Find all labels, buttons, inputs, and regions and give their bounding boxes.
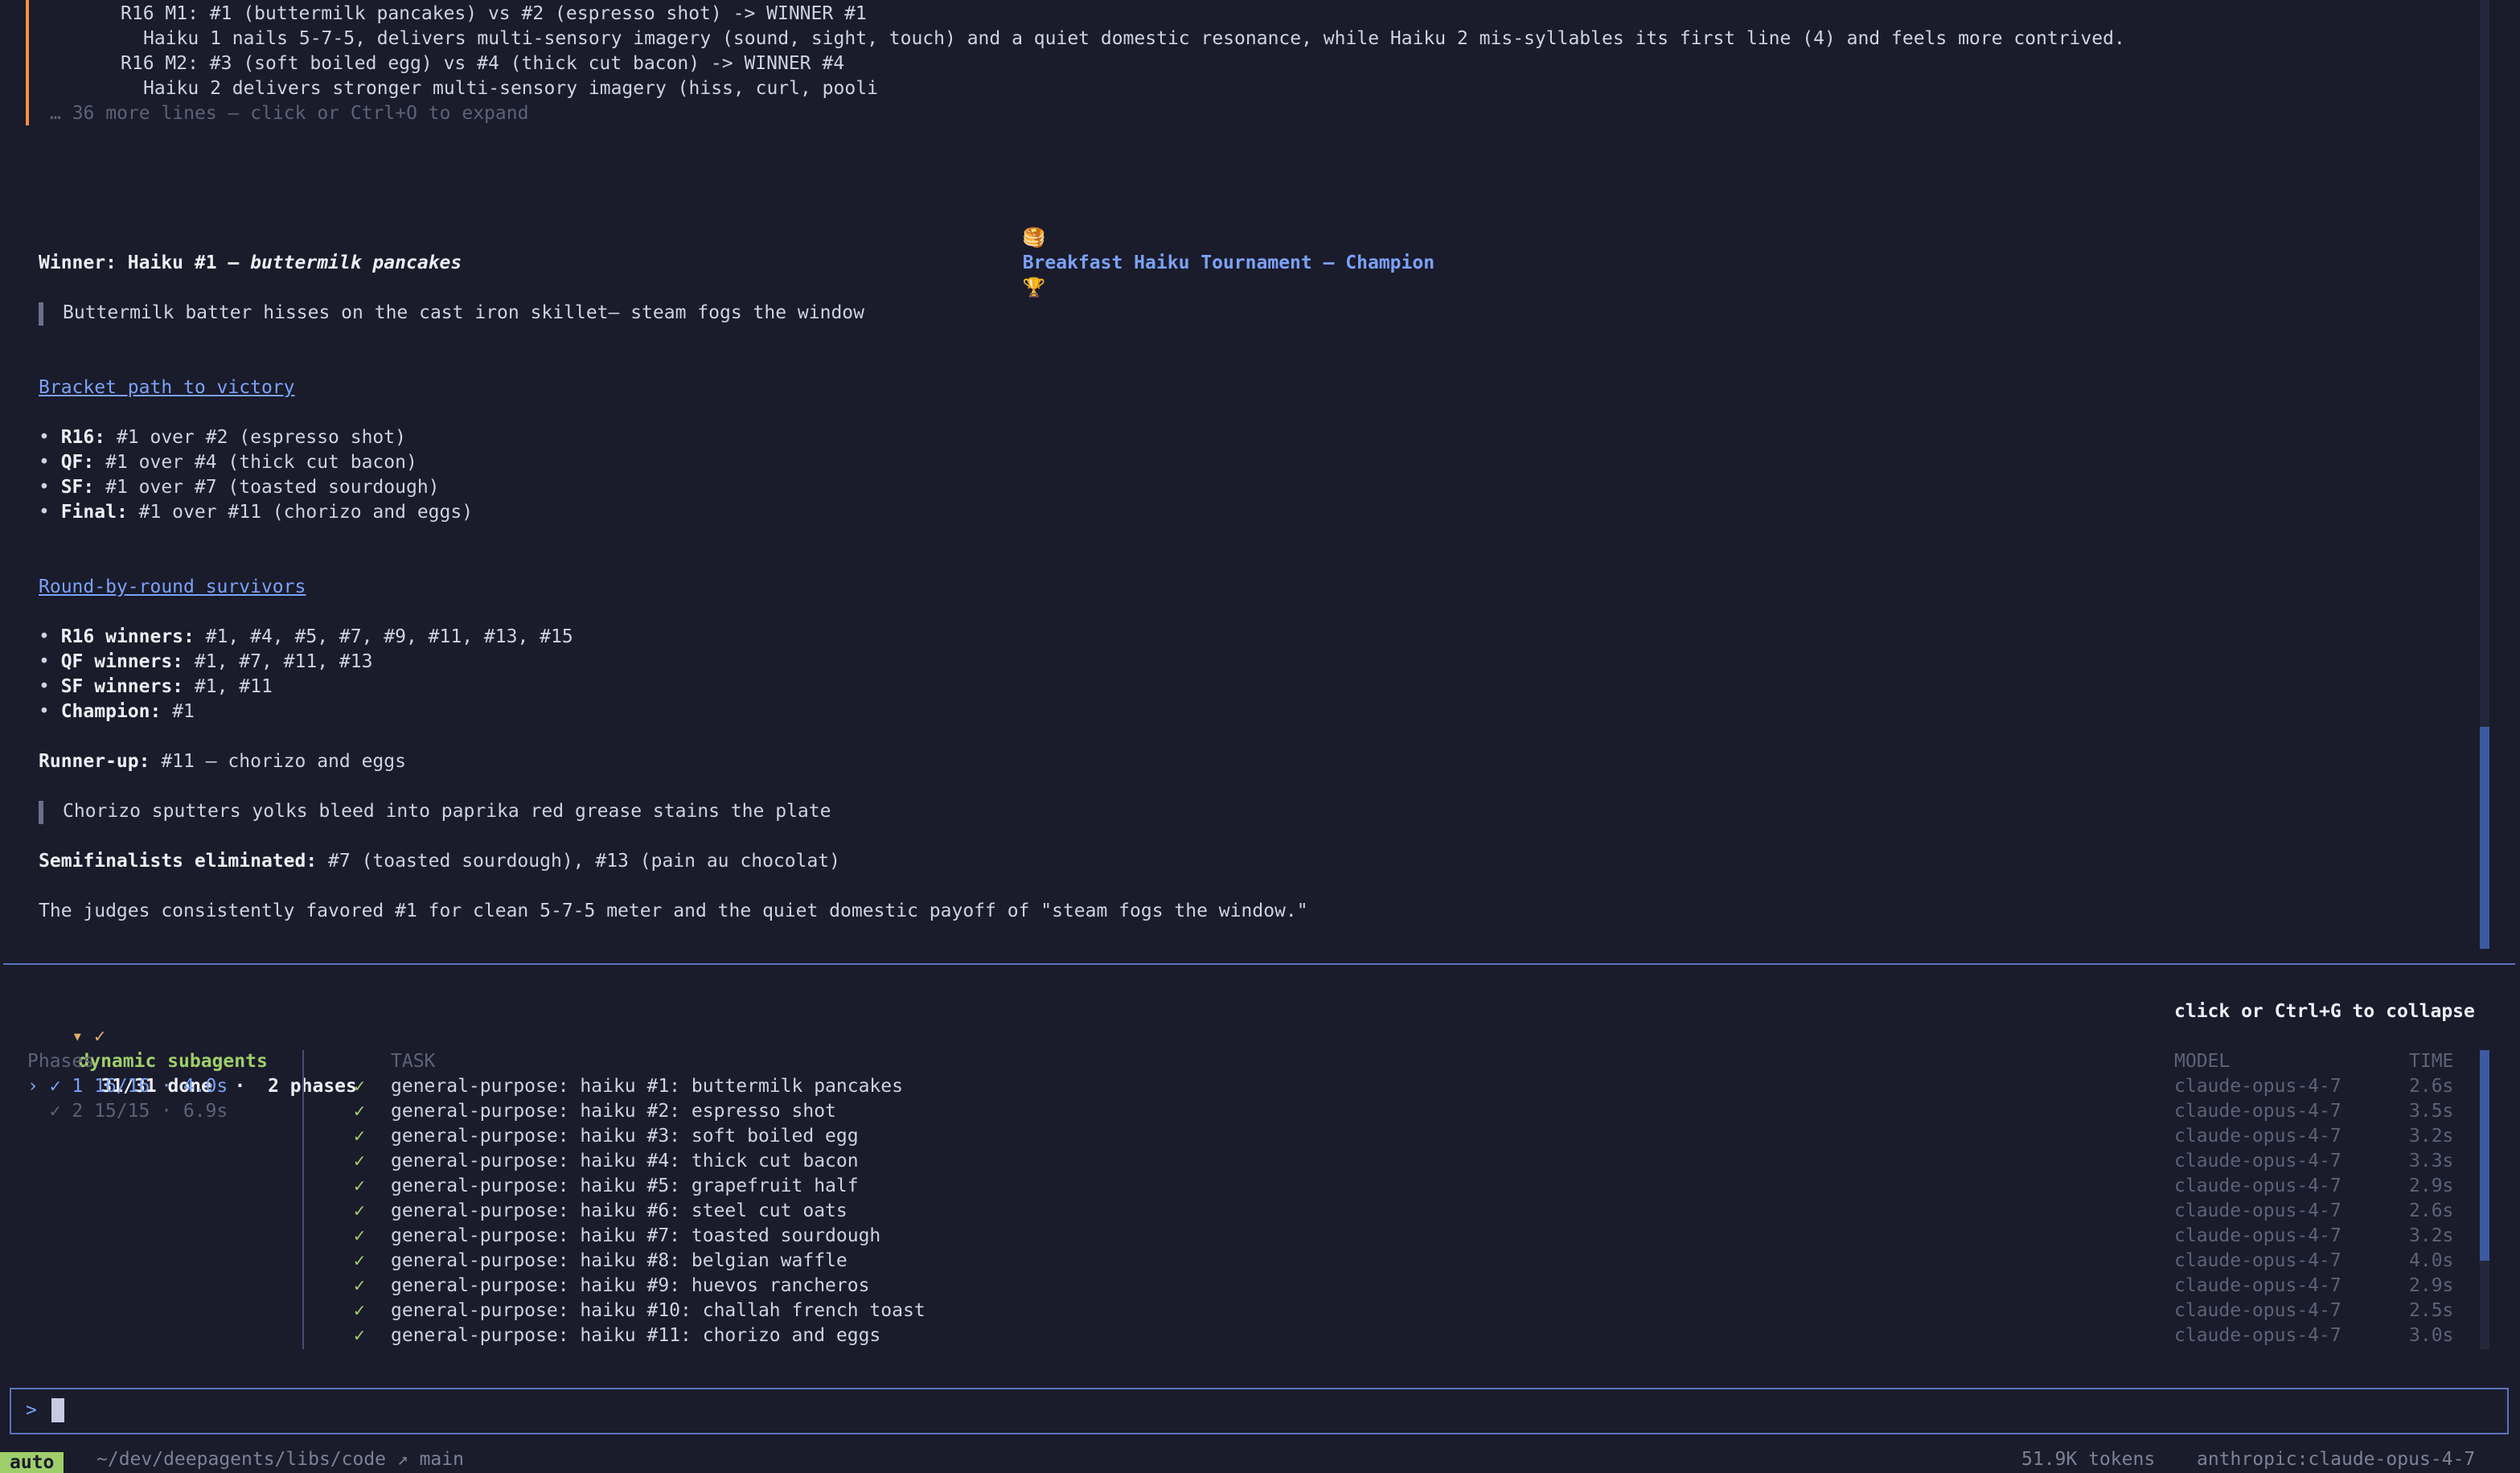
list-item: • SF: #1 over #7 (toasted sourdough) [39, 477, 440, 498]
semifinalists-line: Semifinalists eliminated: #7 (toasted so… [39, 851, 841, 872]
task-name: general-purpose: haiku #5: grapefruit ha… [391, 1176, 859, 1196]
cwd-branch: ~/dev/deepagents/libs/code ↗ main [96, 1449, 464, 1470]
runnerup-haiku: Chorizo sputters yolks bleed into paprik… [63, 801, 831, 822]
list-item: • Champion: #1 [39, 701, 195, 722]
check-icon: ✓ [354, 1151, 365, 1171]
list-item: • QF winners: #1, #7, #11, #13 [39, 651, 373, 672]
list-item: • QF: #1 over #4 (thick cut bacon) [39, 452, 417, 473]
task-name: general-purpose: haiku #8: belgian waffl… [391, 1250, 848, 1271]
task-time: 3.3s [2409, 1151, 2454, 1171]
tasks-scrollbar-thumb[interactable] [2480, 1050, 2489, 1261]
task-name: general-purpose: haiku #9: huevos ranche… [391, 1275, 870, 1296]
check-icon: ✓ [354, 1200, 365, 1221]
winner-label: Winner: Haiku #1 — [39, 252, 251, 273]
result-title: 🥞 Breakfast Haiku Tournament — Champion … [1000, 201, 1434, 301]
check-icon: ✓ [354, 1300, 365, 1321]
model-name: anthropic:claude-opus-4-7 [2197, 1449, 2476, 1470]
expand-output-link[interactable]: … 36 more lines — click or Ctrl+O to exp… [50, 101, 528, 126]
log-line: Haiku 1 nails 5-7-5, delivers multi-sens… [143, 28, 2125, 49]
check-icon: ✓ [354, 1275, 365, 1296]
prompt-symbol: > [26, 1400, 37, 1421]
model-column-header: MODEL [2174, 1051, 2231, 1072]
task-time: 3.2s [2409, 1126, 2454, 1147]
subagents-title: dynamic subagents [78, 1051, 268, 1072]
check-icon: ✓ [354, 1076, 365, 1097]
task-model: claude-opus-4-7 [2174, 1101, 2341, 1122]
list-item: • R16 winners: #1, #4, #5, #7, #9, #11, … [39, 626, 573, 647]
summary-line: The judges consistently favored #1 for c… [39, 901, 1308, 921]
task-name: general-purpose: haiku #6: steel cut oat… [391, 1200, 848, 1221]
list-item: • R16: #1 over #2 (espresso shot) [39, 427, 406, 448]
task-time: 4.0s [2409, 1250, 2454, 1271]
panel-divider [3, 963, 2515, 965]
log-line: R16 M2: #3 (soft boiled egg) vs #4 (thic… [121, 53, 845, 74]
collapse-hint[interactable]: click or Ctrl+G to collapse [2174, 999, 2475, 1024]
list-item: • SF winners: #1, #11 [39, 676, 273, 697]
task-model: claude-opus-4-7 [2174, 1126, 2341, 1147]
check-icon: ✓ [354, 1325, 365, 1346]
task-time: 2.9s [2409, 1176, 2454, 1196]
mode-badge[interactable]: auto [0, 1452, 64, 1473]
task-time: 3.0s [2409, 1325, 2454, 1346]
task-model: claude-opus-4-7 [2174, 1176, 2341, 1196]
runnerup-line: Runner-up: #11 — chorizo and eggs [39, 751, 406, 772]
task-column-header: TASK [391, 1051, 436, 1072]
task-name: general-purpose: haiku #4: thick cut bac… [391, 1151, 859, 1171]
check-icon: ✓ [354, 1225, 365, 1246]
task-model: claude-opus-4-7 [2174, 1200, 2341, 1221]
list-item: • Final: #1 over #11 (chorizo and eggs) [39, 502, 474, 523]
task-time: 3.2s [2409, 1225, 2454, 1246]
task-model: claude-opus-4-7 [2174, 1250, 2341, 1271]
check-icon: ✓ [354, 1250, 365, 1271]
winner-haiku: Buttermilk batter hisses on the cast iro… [63, 302, 864, 323]
task-time: 2.6s [2409, 1200, 2454, 1221]
check-icon: ✓ [354, 1126, 365, 1147]
task-model: claude-opus-4-7 [2174, 1300, 2341, 1321]
task-name: general-purpose: haiku #11: chorizo and … [391, 1325, 881, 1346]
collapse-toggle-icon[interactable]: ▾ ✓ [72, 1026, 105, 1047]
result-title-text: Breakfast Haiku Tournament — Champion [1022, 252, 1435, 273]
winner-name: buttermilk pancakes [250, 252, 462, 273]
log-line: R16 M1: #1 (buttermilk pancakes) vs #2 (… [121, 3, 867, 24]
column-divider [302, 1050, 304, 1349]
pancake-icon: 🥞 [1022, 228, 1046, 248]
task-name: general-purpose: haiku #7: toasted sourd… [391, 1225, 881, 1246]
task-name: general-purpose: haiku #1: buttermilk pa… [391, 1076, 903, 1097]
phase-item-1[interactable]: › ✓ 1 16/16 · 4.0s [27, 1074, 228, 1099]
task-name: general-purpose: haiku #3: soft boiled e… [391, 1126, 859, 1147]
task-model: claude-opus-4-7 [2174, 1325, 2341, 1346]
survivors-heading: Round-by-round survivors [39, 576, 306, 597]
winner-line: Winner: Haiku #1 — buttermilk pancakes [39, 251, 462, 276]
task-time: 2.6s [2409, 1076, 2454, 1097]
task-model: claude-opus-4-7 [2174, 1151, 2341, 1171]
task-name: general-purpose: haiku #2: espresso shot [391, 1101, 836, 1122]
task-time: 3.5s [2409, 1101, 2454, 1122]
quote-bar [39, 302, 43, 326]
prompt-input[interactable]: > [10, 1388, 2509, 1434]
bracket-heading: Bracket path to victory [39, 377, 295, 398]
tool-output-accent-bar [26, 0, 29, 125]
time-column-header: TIME [2409, 1051, 2454, 1072]
task-model: claude-opus-4-7 [2174, 1076, 2341, 1097]
transcript-scrollbar-thumb[interactable] [2480, 727, 2489, 949]
task-time: 2.5s [2409, 1300, 2454, 1321]
phases-header: Phases [27, 1051, 95, 1072]
quote-bar [39, 801, 43, 824]
phase-item-2[interactable]: ✓ 2 15/15 · 6.9s [27, 1099, 228, 1124]
task-model: claude-opus-4-7 [2174, 1225, 2341, 1246]
check-icon: ✓ [354, 1176, 365, 1196]
task-model: claude-opus-4-7 [2174, 1275, 2341, 1296]
task-time: 2.9s [2409, 1275, 2454, 1296]
check-icon: ✓ [354, 1101, 365, 1122]
token-count: 51.9K tokens [2021, 1449, 2156, 1470]
trophy-icon: 🏆 [1022, 277, 1046, 298]
log-line: Haiku 2 delivers stronger multi-sensory … [143, 78, 878, 99]
text-cursor [51, 1398, 64, 1422]
task-name: general-purpose: haiku #10: challah fren… [391, 1300, 926, 1321]
